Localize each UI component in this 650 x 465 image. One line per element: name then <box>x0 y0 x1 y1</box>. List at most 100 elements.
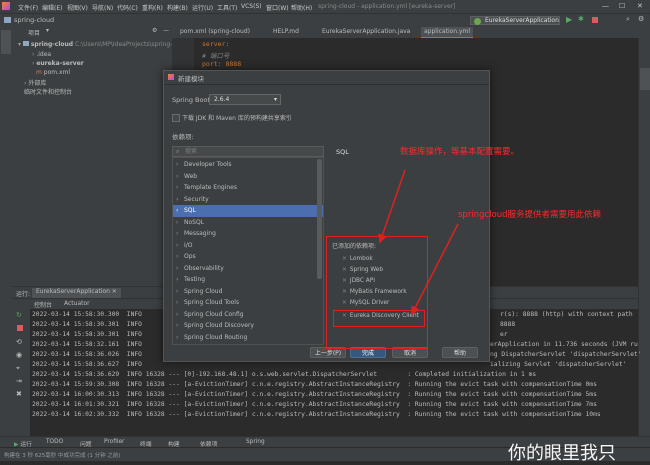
eureka-highlight-box <box>333 310 425 327</box>
maximize-icon[interactable]: ☐ <box>619 2 625 10</box>
category-spring-cloud-discovery[interactable]: › Spring Cloud Discovery <box>173 320 323 332</box>
annotation-eureka-note: springcloud服务提供者需要用此依赖 <box>458 210 601 220</box>
bottom-item-label: Spring <box>246 439 265 445</box>
menu-run[interactable]: 运行(U) <box>192 3 213 12</box>
menu-view[interactable]: 视图(V) <box>67 3 88 12</box>
run-icon[interactable]: ▶ <box>566 15 572 24</box>
tab-help-md[interactable]: HELP.md <box>270 27 302 37</box>
chevron-down-icon: ▾ <box>273 96 277 103</box>
added-deps-highlight-box <box>326 236 428 349</box>
settings-icon[interactable]: ⚙ <box>638 15 644 23</box>
run-config-selector[interactable]: EurekaServerApplication <box>470 16 560 25</box>
run-config-label: EurekaServerApplication <box>485 17 559 24</box>
rerun-icon[interactable]: ↻ <box>16 311 22 319</box>
menu-vcs[interactable]: VCS(S) <box>241 3 262 10</box>
category-developer-tools[interactable]: › Developer Tools <box>173 159 323 171</box>
category-spring-cloud-tools[interactable]: › Spring Cloud Tools <box>173 297 323 309</box>
menu-tools[interactable]: 工具(T) <box>217 3 237 12</box>
tree-item-pom[interactable]: m pom.xml <box>36 69 70 76</box>
bottom-todo-button[interactable]: TODO <box>46 439 63 445</box>
category-security[interactable]: › Security <box>173 194 323 206</box>
restore-layout-icon[interactable]: ⟲ <box>16 338 22 346</box>
log-line: 2022-03-14 15:58:36.629 INFO 16328 --- [… <box>32 371 537 378</box>
log-line: 2022-03-14 15:58:30.301 INFO <box>32 331 142 338</box>
menu-refactor[interactable]: 重构(R) <box>142 3 163 12</box>
menu-edit[interactable]: 编辑(E) <box>42 3 62 12</box>
panel-minimize-icon[interactable]: — <box>163 27 169 34</box>
category-ops[interactable]: › Ops <box>173 251 323 263</box>
tree-item-external-libs[interactable]: › 外部库 <box>24 78 46 87</box>
exit-icon[interactable]: ⇥ <box>16 377 22 385</box>
maven-tool-button[interactable] <box>640 68 650 90</box>
trash-icon[interactable]: ✖ <box>16 390 22 398</box>
run-config-tab[interactable]: EurekaServerApplication ✕ <box>32 288 121 298</box>
tab-label: EurekaServerApplication.java <box>322 28 411 35</box>
breadcrumb-project[interactable]: spring-cloud <box>14 16 54 24</box>
camera-icon[interactable]: ◉ <box>16 351 22 359</box>
category-io[interactable]: › I/O <box>173 240 323 252</box>
dialog-title: 新建模块 <box>178 75 204 83</box>
button-label: 上一步(P) <box>314 350 342 357</box>
tree-item-scratches[interactable]: 临时文件和控制台 <box>24 87 72 96</box>
tab-pom-xml[interactable]: pom.xml (spring-cloud) <box>177 27 253 37</box>
help-button[interactable]: 帮助 <box>442 347 478 358</box>
log-line: 2022-03-14 15:58:30.300 INFO <box>32 311 142 318</box>
tree-item-eureka-server[interactable]: › eureka-server <box>32 60 84 67</box>
bottom-spring-button[interactable]: Spring <box>246 439 265 445</box>
menu-navigate[interactable]: 导航(N) <box>92 3 113 12</box>
download-index-checkbox[interactable] <box>172 114 180 122</box>
navigation-bar: spring-cloud EurekaServerApplication ▶ ✱… <box>0 13 650 27</box>
category-testing[interactable]: › Testing <box>173 274 323 286</box>
category-spring-cloud[interactable]: › Spring Cloud <box>173 286 323 298</box>
spring-boot-version-select[interactable]: 2.6.4 ▾ <box>209 94 281 105</box>
tree-root[interactable]: ▾ spring-cloud C:\Users\MP\IdeaProjects\… <box>18 41 189 48</box>
project-view-dropdown-icon[interactable]: ▾ <box>46 27 49 34</box>
panel-gear-icon[interactable]: ⚙ <box>152 27 157 34</box>
category-spring-cloud-config[interactable]: › Spring Cloud Config <box>173 309 323 321</box>
category-label: Spring Cloud <box>184 287 223 295</box>
tab-console[interactable]: 控制台 <box>34 300 52 309</box>
dependency-search-input[interactable]: ⌕ 搜索 <box>172 146 324 157</box>
category-observability[interactable]: › Observability <box>173 263 323 275</box>
log-line: 2022-03-14 15:58:30.301 INFO <box>32 321 142 328</box>
category-messaging[interactable]: › Messaging <box>173 228 323 240</box>
project-tool-button[interactable] <box>1 30 11 54</box>
dependency-category-list: › Developer Tools › Web › Template Engines … <box>172 157 324 345</box>
debug-icon[interactable]: ✱ <box>578 15 584 23</box>
tab-eureka-java[interactable]: EurekaServerApplication.java <box>319 27 413 37</box>
stop-run-icon[interactable] <box>17 325 23 331</box>
close-icon[interactable]: ✕ <box>637 2 643 10</box>
category-sql[interactable]: › SQL <box>173 205 323 217</box>
category-list-scrollbar[interactable] <box>317 159 322 279</box>
run-config-tab-label: EurekaServerApplication <box>36 288 110 295</box>
tree-item-label: .idea <box>36 51 52 58</box>
category-web[interactable]: › Web <box>173 171 323 183</box>
log-line: 2022-03-14 16:02:30.332 INFO 16328 --- [… <box>32 411 601 418</box>
stop-icon[interactable] <box>592 17 598 23</box>
menu-build[interactable]: 构建(B) <box>167 3 188 12</box>
pin-icon[interactable]: ⌖ <box>16 364 20 373</box>
log-overflow: erApplication in 11.736 seconds (JVM ru <box>490 341 638 348</box>
bottom-profiler-button[interactable]: Profiler <box>104 439 124 445</box>
log-line: 2022-03-14 15:58:36.627 INFO <box>32 361 142 368</box>
bottom-item-label: TODO <box>46 439 64 445</box>
menu-file[interactable]: 文件(F) <box>18 3 38 12</box>
menu-window[interactable]: 窗口(W) <box>266 3 289 12</box>
folder-icon <box>4 17 11 23</box>
search-icon[interactable]: ⌕ <box>626 15 630 24</box>
minimize-icon[interactable]: — <box>602 2 609 10</box>
right-tool-strip <box>638 38 650 441</box>
menu-code[interactable]: 代码(C) <box>117 3 138 12</box>
category-label: Spring Cloud Tools <box>184 299 240 306</box>
category-spring-cloud-routing[interactable]: › Spring Cloud Routing <box>173 332 323 344</box>
tab-label: HELP.md <box>273 28 299 35</box>
log-overflow: r(s): 8888 (http) with context path <box>500 311 633 318</box>
tree-item-idea[interactable]: › .idea <box>32 51 51 58</box>
category-template-engines[interactable]: › Template Engines <box>173 182 323 194</box>
dependencies-label: 依赖项: <box>172 133 194 141</box>
category-label: Spring Cloud Discovery <box>184 322 254 329</box>
tab-actuator[interactable]: Actuator <box>64 300 90 307</box>
category-nosql[interactable]: › NoSQL <box>173 217 323 229</box>
menu-help[interactable]: 帮助(H) <box>291 3 312 12</box>
window-title: spring-cloud - application.yml [eureka-s… <box>318 3 456 10</box>
